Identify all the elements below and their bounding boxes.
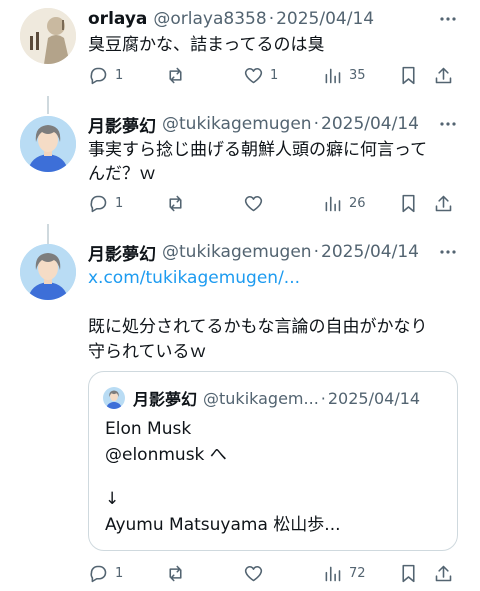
person-avatar-icon [103,387,125,409]
view-count: 26 [349,195,366,211]
share-icon [435,565,452,581]
more-button[interactable] [436,112,460,136]
repost-icon [169,67,182,83]
repost-button[interactable] [165,191,186,215]
views-button[interactable]: 72 [322,561,366,585]
reply-icon [90,195,107,212]
quote-date: 2025/04/14 [327,388,421,408]
share-icon [435,195,452,211]
more-icon [440,122,456,126]
post-date[interactable]: 2025/04/14 [321,242,419,262]
quote-avatar [103,387,125,409]
quote-text-line-4: Ayumu Matsuyama 松山歩... [105,515,341,535]
reply-icon [90,565,107,582]
reply-button[interactable]: 1 [88,191,123,215]
user-handle[interactable]: @orlaya8358 [153,9,266,29]
quote-text-line-3: ↓ [105,489,120,509]
more-icon [440,250,456,254]
display-name[interactable]: 月影夢幻 [88,240,156,265]
repost-icon [169,565,182,581]
separator-dot: · [268,9,275,29]
view-count: 72 [349,565,366,581]
reply-count: 1 [115,67,124,83]
quote-display-name: 月影夢幻 [133,390,198,409]
display-name[interactable]: 月影夢幻 [88,112,156,137]
avatar[interactable] [20,8,76,64]
view-count: 35 [349,67,366,83]
bookmark-button[interactable] [398,63,419,87]
post-date[interactable]: 2025/04/14 [276,9,374,29]
reply-count: 1 [115,195,124,211]
action-bar: 1 26 [88,191,460,215]
reply-count: 1 [115,565,124,581]
like-icon [244,195,263,211]
display-name[interactable]: orlaya [88,9,147,29]
like-icon [244,565,263,581]
reply-button[interactable]: 1 [88,63,123,87]
reply-icon [90,67,107,84]
quote-handle: @tukikagem... [203,388,319,408]
user-handle[interactable]: @tukikagemugen [162,114,312,134]
person-avatar-icon [20,244,76,300]
user-handle[interactable]: @tukikagemugen [162,242,312,262]
post-link[interactable]: x.com/tukikagemugen/... [88,264,460,292]
quote-text-line-2: @elonmusk へ [105,445,227,465]
post-text: 臭豆腐かな、詰まってるのは臭 [88,35,325,55]
like-button[interactable] [243,191,264,215]
post-text-line-2: 守られているｗ [88,342,207,362]
separator-dot: · [313,242,319,262]
quote-text-line-1: Elon Musk [105,419,192,439]
avatar[interactable] [20,116,76,172]
thread-line [47,96,49,114]
views-icon [325,68,341,83]
bookmark-button[interactable] [398,191,419,215]
views-button[interactable]: 35 [322,63,366,87]
post-text-line-1: 既に処分されてるかもな言論の自由がかなり [88,317,428,337]
like-button[interactable] [243,561,264,585]
share-button[interactable] [433,63,454,87]
bookmark-icon [402,564,415,582]
avatar[interactable] [20,244,76,300]
share-button[interactable] [433,561,454,585]
action-bar: 1 1 35 [88,63,460,87]
post-date[interactable]: 2025/04/14 [321,114,419,134]
share-icon [435,67,452,83]
views-icon [325,196,341,211]
views-button[interactable]: 26 [322,191,366,215]
person-avatar-icon [20,116,76,172]
more-icon [440,17,456,21]
repost-button[interactable] [165,63,186,87]
more-button[interactable] [436,7,460,31]
like-icon [244,67,263,83]
bookmark-icon [402,194,415,212]
thread-line [47,224,49,244]
like-count: 1 [270,67,279,83]
separator-dot: · [313,114,319,134]
book-cover-avatar-icon [20,8,76,64]
repost-icon [169,195,182,211]
quoted-post[interactable]: 月影夢幻 @tukikagem... · 2025/04/14 Elon Mus… [88,371,458,551]
post-text-line-2: んだ？ｗ [88,164,156,184]
action-bar: 1 72 [88,561,460,585]
separator-dot: · [320,388,326,408]
repost-button[interactable] [165,561,186,585]
views-icon [325,566,341,581]
like-button[interactable]: 1 [243,63,278,87]
share-button[interactable] [433,191,454,215]
bookmark-icon [402,66,415,84]
reply-button[interactable]: 1 [88,561,123,585]
bookmark-button[interactable] [398,561,419,585]
more-button[interactable] [436,240,460,264]
